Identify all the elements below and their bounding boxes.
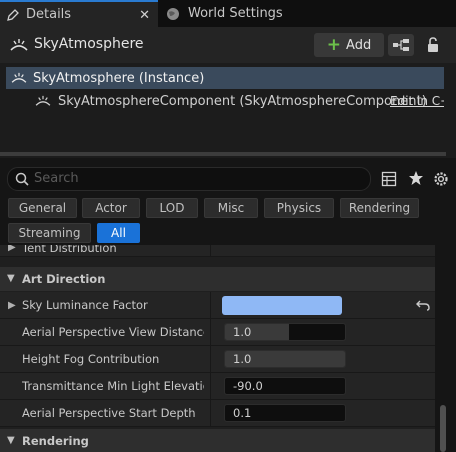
star-icon[interactable] <box>408 170 424 186</box>
property-row-sky-luminance: ▶ Sky Luminance Factor <box>0 292 435 319</box>
chevron-right-icon[interactable]: ▶ <box>8 300 16 311</box>
tab-world-settings[interactable]: World Settings <box>160 0 320 27</box>
sky-atmosphere-icon <box>11 72 27 83</box>
edit-in-cpp-link[interactable]: Edit in C++ <box>390 94 444 108</box>
color-swatch[interactable] <box>222 296 342 315</box>
blueprint-icon-button[interactable] <box>388 34 414 56</box>
column-divider <box>210 346 211 373</box>
tab-details[interactable]: Details ✕ <box>0 0 158 27</box>
property-label: Transmittance Min Light Elevation... <box>22 379 204 393</box>
filter-actor[interactable]: Actor <box>82 198 140 218</box>
add-button-label: Add <box>346 37 372 53</box>
filter-misc[interactable]: Misc <box>204 198 258 218</box>
tree-item-instance[interactable]: SkyAtmosphere (Instance) <box>6 67 444 89</box>
filter-rendering[interactable]: Rendering <box>340 198 419 218</box>
settings-gear-icon[interactable] <box>432 170 450 188</box>
details-pencil-icon <box>7 8 19 21</box>
tree-item-label: SkyAtmosphereComponent (SkyAtmosphereCom… <box>58 93 427 109</box>
tab-details-label: Details <box>26 7 72 22</box>
actor-name: SkyAtmosphere <box>34 36 144 52</box>
field-value: 1.0 <box>233 352 252 366</box>
field-value: -90.0 <box>233 379 263 393</box>
close-icon[interactable]: ✕ <box>139 8 150 23</box>
sky-atmosphere-icon <box>10 39 28 51</box>
component-tree: SkyAtmosphere (Instance) SkyAtmosphereCo… <box>0 63 456 158</box>
category-rendering[interactable]: ▼ Rendering <box>0 429 435 452</box>
property-row-transmittance: Transmittance Min Light Elevation... -90… <box>0 373 435 400</box>
property-label: Aerial Perspective Start Depth <box>22 406 196 420</box>
category-label: Rendering <box>22 434 89 448</box>
property-label: Aerial Perspective View Distance S... <box>22 325 204 339</box>
table-view-icon[interactable] <box>381 171 397 187</box>
property-row-height-fog: Height Fog Contribution 1.0 <box>0 346 435 373</box>
tree-item-label: SkyAtmosphere (Instance) <box>33 70 205 86</box>
tree-item-component[interactable]: SkyAtmosphereComponent (SkyAtmosphereCom… <box>34 90 444 112</box>
column-divider <box>210 400 211 427</box>
numeric-field[interactable]: 1.0 <box>224 323 346 341</box>
search-placeholder: Search <box>34 171 79 186</box>
filter-physics[interactable]: Physics <box>264 198 334 218</box>
search-input[interactable]: Search <box>7 167 371 191</box>
field-value: 1.0 <box>233 325 252 339</box>
property-row-aerial-view-distance: Aerial Perspective View Distance S... 1.… <box>0 319 435 346</box>
category-label: Art Direction <box>22 272 106 286</box>
search-icon <box>15 172 29 186</box>
reset-arrow-icon[interactable] <box>416 299 430 311</box>
property-label: Sky Luminance Factor <box>22 298 148 312</box>
property-label: Height Fog Contribution <box>22 352 160 366</box>
details-panel: ▶ Tent Distribution ▼ Art Direction ▶ Sk… <box>0 245 435 452</box>
column-divider <box>210 292 211 319</box>
numeric-field[interactable]: -90.0 <box>224 377 346 395</box>
filter-streaming[interactable]: Streaming <box>8 223 91 243</box>
details-vertical-scrollbar[interactable] <box>438 245 456 452</box>
lock-icon[interactable] <box>426 37 440 53</box>
tab-world-settings-label: World Settings <box>188 6 283 21</box>
filter-lod[interactable]: LOD <box>146 198 198 218</box>
property-label: Tent Distribution <box>22 245 117 255</box>
field-value: 0.1 <box>233 406 252 420</box>
property-row-partial: ▶ Tent Distribution <box>0 245 435 257</box>
numeric-field[interactable]: 1.0 <box>224 350 346 368</box>
tree-horizontal-scrollbar[interactable] <box>0 152 446 156</box>
chevron-down-icon: ▼ <box>7 435 15 446</box>
filter-all[interactable]: All <box>97 223 140 243</box>
hierarchy-icon <box>393 39 409 51</box>
globe-icon <box>167 7 179 20</box>
numeric-field[interactable]: 0.1 <box>224 404 346 422</box>
details-header: SkyAtmosphere + Add <box>0 27 456 63</box>
column-divider <box>210 319 211 346</box>
category-art-direction[interactable]: ▼ Art Direction <box>0 267 435 291</box>
filter-general[interactable]: General <box>8 198 77 218</box>
column-divider <box>210 373 211 400</box>
add-component-button[interactable]: + Add <box>314 33 384 57</box>
property-row-aerial-start-depth: Aerial Perspective Start Depth 0.1 <box>0 400 435 427</box>
chevron-right-icon[interactable]: ▶ <box>8 245 16 253</box>
chevron-down-icon: ▼ <box>7 273 15 284</box>
tab-bar: Details ✕ World Settings <box>0 0 456 27</box>
scrollbar-thumb[interactable] <box>440 405 446 452</box>
plus-icon: + <box>326 34 342 55</box>
sky-atmosphere-icon <box>35 95 51 106</box>
column-divider <box>210 245 211 257</box>
